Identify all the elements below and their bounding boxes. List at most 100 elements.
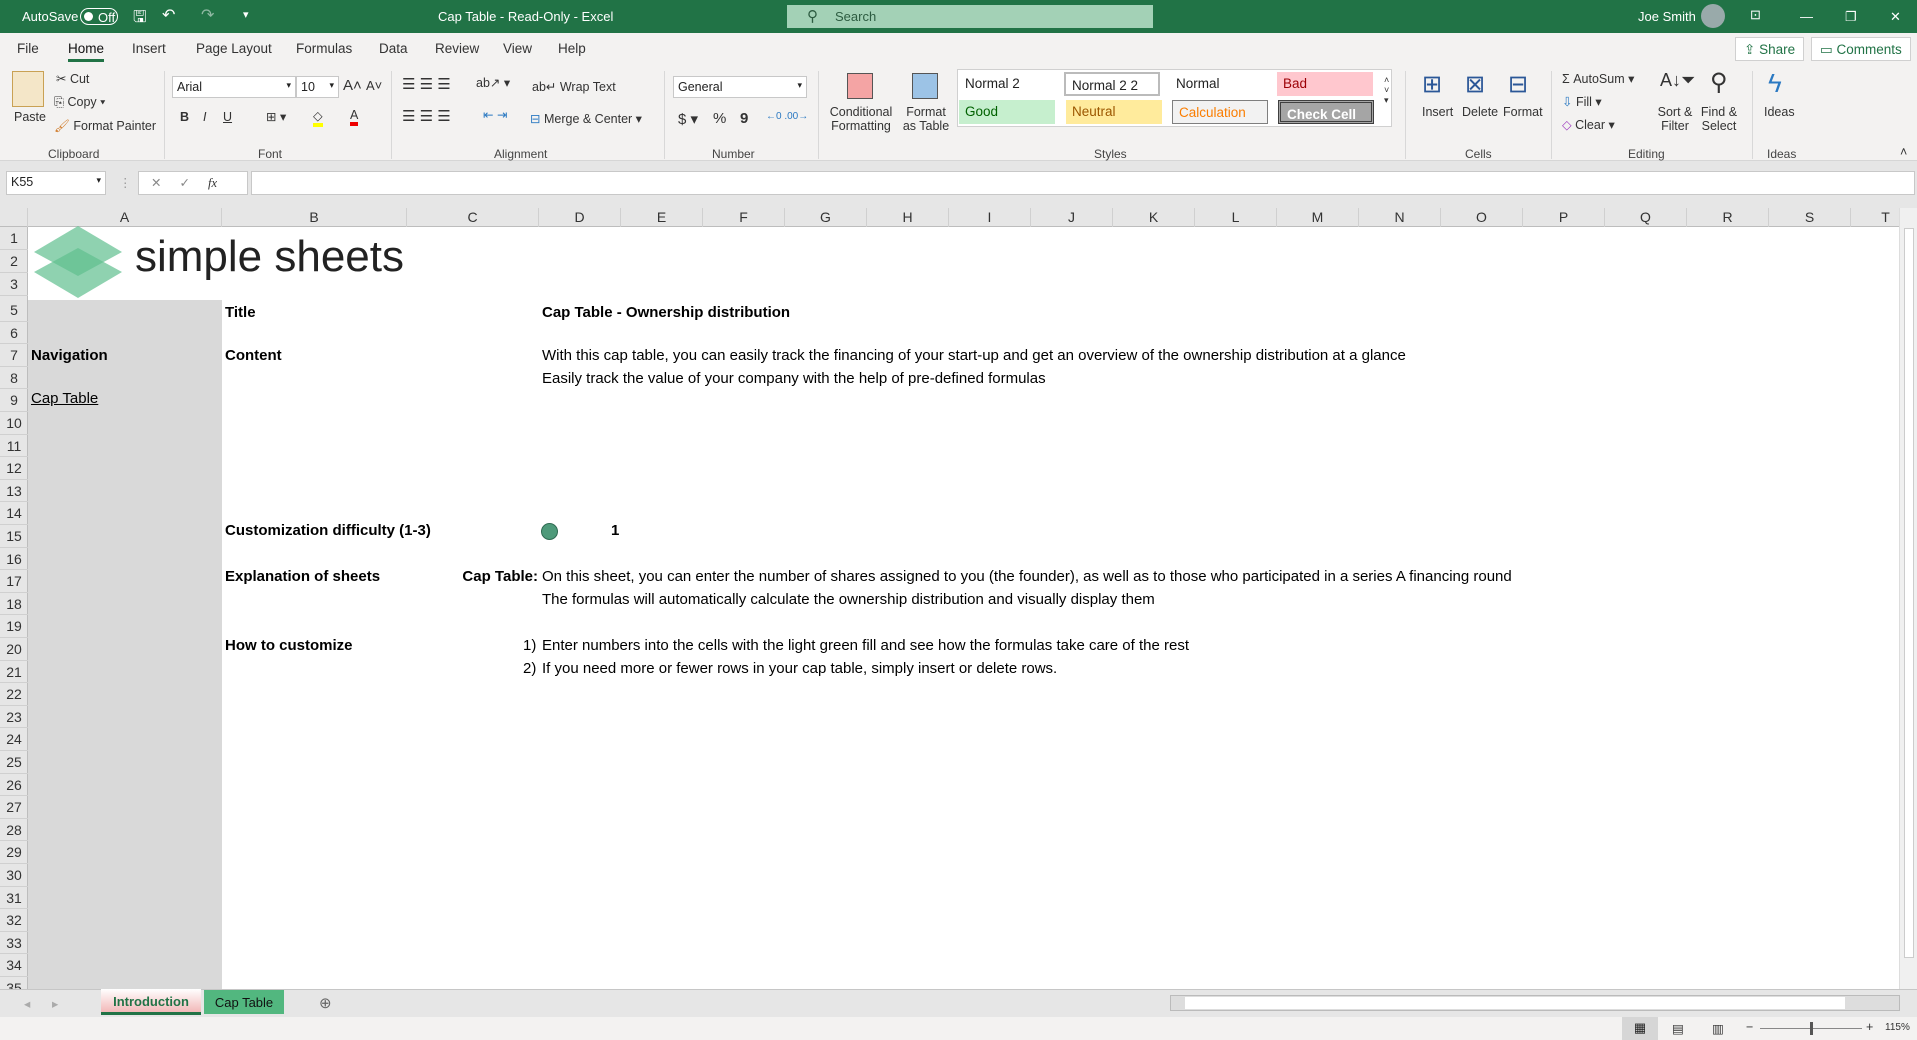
row-header-21[interactable]: 21 xyxy=(0,661,28,684)
save-icon[interactable]: 🖫 xyxy=(133,6,147,33)
row-header-8[interactable]: 8 xyxy=(0,367,28,390)
tab-view[interactable]: View xyxy=(503,41,532,56)
vertical-scrollbar[interactable] xyxy=(1899,208,1917,989)
tab-help[interactable]: Help xyxy=(558,41,586,56)
tab-data[interactable]: Data xyxy=(379,41,408,56)
autosave-toggle[interactable]: Off xyxy=(80,8,118,25)
restore-icon[interactable]: ❐ xyxy=(1845,9,1857,25)
normal-view-icon[interactable]: ▦ xyxy=(1622,1017,1658,1040)
column-header-o[interactable]: O xyxy=(1441,208,1523,227)
style-normal-2[interactable]: Normal 2 xyxy=(959,72,1055,96)
row-header-23[interactable]: 23 xyxy=(0,706,28,729)
page-break-view-icon[interactable]: ▥ xyxy=(1712,1021,1724,1036)
column-header-a[interactable]: A xyxy=(28,208,222,227)
column-header-e[interactable]: E xyxy=(621,208,703,227)
zoom-level[interactable]: 115% xyxy=(1885,1022,1910,1033)
row-header-5[interactable]: 5 xyxy=(0,299,28,322)
column-header-h[interactable]: H xyxy=(867,208,949,227)
borders-icon[interactable]: ⊞ ▾ xyxy=(266,109,286,124)
scroll-tabs-right-icon[interactable]: ▸ xyxy=(52,996,58,1011)
sheet-tab-cap-table[interactable]: Cap Table xyxy=(204,990,284,1014)
scroll-tabs-left-icon[interactable]: ◂ xyxy=(24,996,30,1011)
row-header-18[interactable]: 18 xyxy=(0,593,28,616)
row-header-3[interactable]: 3 xyxy=(0,273,28,296)
row-header-19[interactable]: 19 xyxy=(0,615,28,638)
font-name-select[interactable]: Arial ▾ xyxy=(172,76,296,98)
bold-button[interactable]: B xyxy=(180,110,189,124)
column-header-d[interactable]: D xyxy=(539,208,621,227)
column-header-s[interactable]: S xyxy=(1769,208,1851,227)
user-name[interactable]: Joe Smith xyxy=(1638,9,1696,24)
insert-cells-button[interactable]: Insert xyxy=(1422,105,1453,119)
row-header-34[interactable]: 34 xyxy=(0,954,28,977)
row-header-17[interactable]: 17 xyxy=(0,570,28,593)
minimize-icon[interactable]: — xyxy=(1800,9,1813,24)
horizontal-scrollbar[interactable] xyxy=(1170,995,1900,1011)
autosum-button[interactable]: Σ AutoSum ▾ xyxy=(1562,71,1634,86)
row-header-32[interactable]: 32 xyxy=(0,909,28,932)
function-icon[interactable]: fx xyxy=(208,176,217,190)
row-header-7[interactable]: 7 xyxy=(0,344,28,367)
row-header-1[interactable]: 1 xyxy=(0,227,28,250)
styles-scroll-icon[interactable]: ˄ ˅ ▾ xyxy=(1384,75,1389,106)
row-header-24[interactable]: 24 xyxy=(0,728,28,751)
row-header-15[interactable]: 15 xyxy=(0,525,28,548)
tab-review[interactable]: Review xyxy=(435,41,479,56)
close-icon[interactable]: ✕ xyxy=(1890,9,1901,25)
tab-file[interactable]: File xyxy=(17,41,39,56)
comma-button[interactable]: 9 xyxy=(740,110,748,127)
align-left-icon[interactable]: ☰ ☰ ☰ xyxy=(402,107,451,125)
paste-icon[interactable] xyxy=(12,71,44,107)
column-header-p[interactable]: P xyxy=(1523,208,1605,227)
nav-link-cap-table[interactable]: Cap Table xyxy=(31,390,98,407)
style-neutral[interactable]: Neutral xyxy=(1066,100,1162,124)
fill-color-icon[interactable]: ◇ xyxy=(313,108,323,127)
row-header-6[interactable]: 6 xyxy=(0,322,28,345)
column-header-m[interactable]: M xyxy=(1277,208,1359,227)
column-header-c[interactable]: C xyxy=(407,208,539,227)
tab-page-layout[interactable]: Page Layout xyxy=(196,41,272,56)
row-header-12[interactable]: 12 xyxy=(0,457,28,480)
row-header-28[interactable]: 28 xyxy=(0,819,28,842)
ribbon-display-icon[interactable]: ⊡ xyxy=(1750,7,1761,23)
column-header-n[interactable]: N xyxy=(1359,208,1441,227)
column-header-b[interactable]: B xyxy=(222,208,407,227)
decrease-font-icon[interactable]: A˅ xyxy=(366,78,382,93)
style-check-cell[interactable]: Check Cell xyxy=(1278,100,1374,124)
style-normal-2-2[interactable]: Normal 2 2 xyxy=(1064,72,1160,96)
formula-input[interactable] xyxy=(251,171,1915,195)
indent-icon[interactable]: ⇤ ⇥ xyxy=(483,107,507,122)
row-header-14[interactable]: 14 xyxy=(0,502,28,525)
column-header-i[interactable]: I xyxy=(949,208,1031,227)
row-header-13[interactable]: 13 xyxy=(0,480,28,503)
tab-home[interactable]: Home xyxy=(68,41,105,62)
column-header-g[interactable]: G xyxy=(785,208,867,227)
row-header-27[interactable]: 27 xyxy=(0,796,28,819)
column-header-r[interactable]: R xyxy=(1687,208,1769,227)
column-header-j[interactable]: J xyxy=(1031,208,1113,227)
number-format-select[interactable]: General ▾ xyxy=(673,76,807,98)
fill-button[interactable]: ⇩ Fill ▾ xyxy=(1562,94,1602,109)
style-bad[interactable]: Bad xyxy=(1277,72,1373,96)
row-header-9[interactable]: 9 xyxy=(0,389,28,412)
font-color-icon[interactable]: A xyxy=(350,108,359,126)
row-header-29[interactable]: 29 xyxy=(0,841,28,864)
cut-button[interactable]: ✂ Cut xyxy=(56,71,89,86)
style-normal[interactable]: Normal xyxy=(1170,72,1266,96)
align-top-icon[interactable]: ☰ ☰ ☰ xyxy=(402,75,451,93)
style-good[interactable]: Good xyxy=(959,100,1055,124)
add-sheet-icon[interactable]: ⊕ xyxy=(319,994,332,1012)
increase-font-icon[interactable]: A˄ xyxy=(343,77,362,94)
style-calculation[interactable]: Calculation xyxy=(1172,100,1268,124)
row-header-30[interactable]: 30 xyxy=(0,864,28,887)
merge-center-button[interactable]: ⊟ Merge & Center ▾ xyxy=(530,111,642,126)
format-cells-button[interactable]: Format xyxy=(1503,105,1543,119)
column-header-q[interactable]: Q xyxy=(1605,208,1687,227)
format-as-table-button[interactable]: Format as Table xyxy=(898,105,954,133)
clear-button[interactable]: ◇ Clear ▾ xyxy=(1562,117,1615,132)
cancel-icon[interactable]: ✕ xyxy=(151,176,161,190)
copy-button[interactable]: ⎘ Copy ▾ xyxy=(54,95,105,110)
underline-button[interactable]: U xyxy=(223,110,232,124)
row-header-11[interactable]: 11 xyxy=(0,435,28,458)
avatar[interactable] xyxy=(1701,4,1725,28)
